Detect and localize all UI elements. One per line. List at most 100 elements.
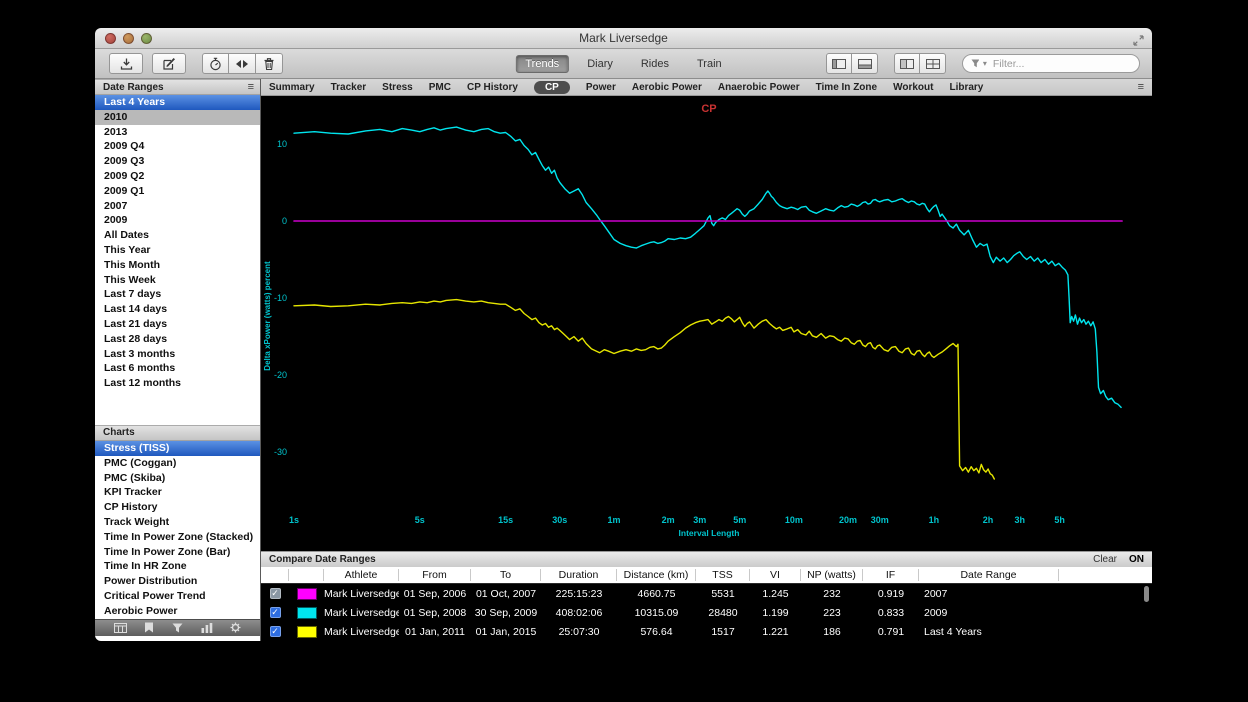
cp-chart[interactable]: 100-10-20-301s5s15s30s1m2m3m5m10m20m30m1… [261, 96, 1152, 551]
tab-time-in-zone[interactable]: Time In Zone [816, 82, 878, 93]
cell-to: 01 Oct, 2007 [471, 588, 541, 600]
date-range-item-last-12-months[interactable]: Last 12 months [95, 376, 260, 391]
tabbar-menu-icon[interactable]: ≡ [1138, 82, 1144, 93]
cell-date-range: 2007 [919, 588, 1059, 600]
cell-to: 01 Jan, 2015 [471, 626, 541, 638]
column-header-date-range: Date Range [919, 569, 1059, 581]
filter-icon[interactable] [172, 623, 183, 633]
date-range-item-this-week[interactable]: This Week [95, 273, 260, 288]
chart-item-pmc-coggan[interactable]: PMC (Coggan) [95, 456, 260, 471]
x-tick-label: 3m [693, 515, 706, 525]
date-range-item-last-3-months[interactable]: Last 3 months [95, 347, 260, 362]
chart-item-time-in-hr-zone[interactable]: Time In HR Zone [95, 559, 260, 574]
chart-item-time-in-power-zone-bar[interactable]: Time In Power Zone (Bar) [95, 545, 260, 560]
view-button-trends[interactable]: Trends [515, 55, 569, 73]
row-checkbox[interactable]: ✓ [270, 588, 281, 599]
row-checkbox[interactable]: ✓ [270, 607, 281, 618]
date-range-item-last-28-days[interactable]: Last 28 days [95, 332, 260, 347]
date-ranges-menu-icon[interactable]: ≡ [248, 82, 254, 93]
tab-anaerobic-power[interactable]: Anaerobic Power [718, 82, 800, 93]
chart-item-cp-history[interactable]: CP History [95, 500, 260, 515]
download-button[interactable] [109, 53, 143, 74]
view-button-rides[interactable]: Rides [631, 55, 679, 73]
date-range-item-2007[interactable]: 2007 [95, 199, 260, 214]
toggle-left-sidebar-button[interactable] [826, 53, 852, 74]
calendar-icon[interactable] [114, 622, 127, 633]
chart-icon[interactable] [201, 623, 213, 633]
layout-tiled-button[interactable] [894, 53, 920, 74]
chart-item-power-distribution[interactable]: Power Distribution [95, 574, 260, 589]
column-header-vi: VI [750, 569, 801, 581]
date-range-item-last-7-days[interactable]: Last 7 days [95, 287, 260, 302]
y-axis-label: Delta xPower (watts) percent [263, 261, 272, 371]
tab-aerobic-power[interactable]: Aerobic Power [632, 82, 702, 93]
chart-item-pmc-skiba[interactable]: PMC (Skiba) [95, 471, 260, 486]
bookmark-icon[interactable] [144, 622, 154, 633]
tab-power[interactable]: Power [586, 82, 616, 93]
settings-icon[interactable] [230, 622, 241, 633]
content: Date Ranges ≡ Last 4 Years201020132009 Q… [95, 79, 1152, 641]
cell-duration: 408:02:06 [541, 607, 617, 619]
layout-grid-button[interactable] [920, 53, 946, 74]
chart-item-critical-power-trend[interactable]: Critical Power Trend [95, 589, 260, 604]
tab-workout[interactable]: Workout [893, 82, 933, 93]
chart-tabbar: Summary Tracker Stress PMC CP History CP Power… [261, 79, 1152, 96]
cell-duration: 225:15:23 [541, 588, 617, 600]
tab-stress[interactable]: Stress [382, 82, 413, 93]
titlebar: Mark Liversedge [95, 28, 1152, 49]
compare-clear-button[interactable]: Clear [1093, 554, 1117, 565]
date-range-item-this-year[interactable]: This Year [95, 243, 260, 258]
cell-if: 0.919 [863, 588, 919, 600]
chart-list: Stress (TISS)PMC (Coggan)PMC (Skiba)KPI … [95, 441, 260, 619]
chart-item-track-weight[interactable]: Track Weight [95, 515, 260, 530]
tab-pmc[interactable]: PMC [429, 82, 451, 93]
view-button-train[interactable]: Train [687, 55, 732, 73]
tab-cp[interactable]: CP [534, 81, 570, 94]
date-range-item-this-month[interactable]: This Month [95, 258, 260, 273]
row-checkbox[interactable]: ✓ [270, 626, 281, 637]
compare-scrollbar[interactable] [1144, 586, 1149, 602]
chart-item-kpi-tracker[interactable]: KPI Tracker [95, 485, 260, 500]
date-range-item-last-14-days[interactable]: Last 14 days [95, 302, 260, 317]
column-header-athlete: Athlete [324, 569, 399, 581]
delete-button[interactable] [256, 53, 283, 74]
date-ranges-header: Date Ranges ≡ [95, 79, 260, 95]
filter-field[interactable]: ▾ [962, 54, 1140, 73]
x-tick-label: 30s [552, 515, 567, 525]
tab-summary[interactable]: Summary [269, 82, 315, 93]
date-range-item-2009[interactable]: 2009 [95, 213, 260, 228]
cell-athlete: Mark Liversedge [324, 588, 399, 600]
x-tick-label: 1s [289, 515, 299, 525]
cell-duration: 25:07:30 [541, 626, 617, 638]
stopwatch-button[interactable] [202, 53, 229, 74]
date-range-item-2009-q4[interactable]: 2009 Q4 [95, 139, 260, 154]
cell-if: 0.791 [863, 626, 919, 638]
tab-library[interactable]: Library [949, 82, 983, 93]
compose-button[interactable] [152, 53, 186, 74]
chart-item-time-in-power-zone-stacked[interactable]: Time In Power Zone (Stacked) [95, 530, 260, 545]
date-range-item-last-6-months[interactable]: Last 6 months [95, 361, 260, 376]
chart-item-aerobic-power[interactable]: Aerobic Power [95, 604, 260, 619]
column-header-blank-1 [289, 569, 324, 581]
view-button-diary[interactable]: Diary [577, 55, 623, 73]
tab-cp-history[interactable]: CP History [467, 82, 518, 93]
date-range-item-2010[interactable]: 2010 [95, 110, 260, 125]
date-range-item-last-21-days[interactable]: Last 21 days [95, 317, 260, 332]
filter-input[interactable] [991, 57, 1131, 71]
chevron-down-icon: ▾ [983, 59, 987, 68]
x-axis-label: Interval Length [679, 528, 740, 538]
compare-on-button[interactable]: ON [1129, 554, 1144, 565]
tab-tracker[interactable]: Tracker [331, 82, 367, 93]
date-range-item-2009-q2[interactable]: 2009 Q2 [95, 169, 260, 184]
date-range-item-all-dates[interactable]: All Dates [95, 228, 260, 243]
toggle-bottom-panel-button[interactable] [852, 53, 878, 74]
column-header-if: IF [863, 569, 919, 581]
intervals-button[interactable] [229, 53, 256, 74]
date-range-item-2009-q3[interactable]: 2009 Q3 [95, 154, 260, 169]
date-range-item-2009-q1[interactable]: 2009 Q1 [95, 184, 260, 199]
chart-item-stress-tiss[interactable]: Stress (TISS) [95, 441, 260, 456]
compare-table-header: AthleteFromToDurationDistance (km)TSSVIN… [261, 567, 1152, 584]
cell-np-watts: 232 [801, 588, 863, 600]
date-range-item-last-4-years[interactable]: Last 4 Years [95, 95, 260, 110]
date-range-item-2013[interactable]: 2013 [95, 125, 260, 140]
